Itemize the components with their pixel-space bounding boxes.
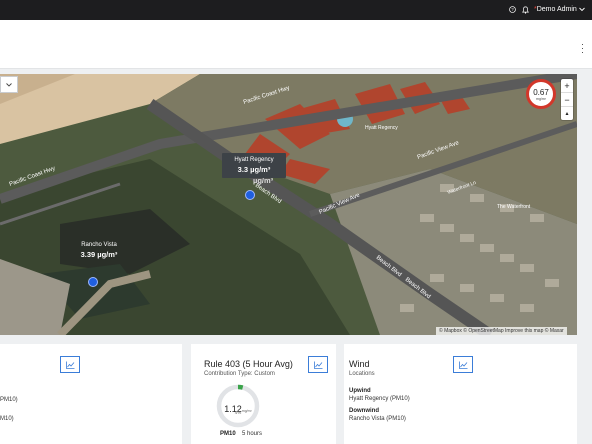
line-chart-icon — [313, 361, 322, 369]
card-title: Wind — [349, 359, 370, 369]
view-chart-button[interactable] — [453, 356, 473, 373]
location-marker[interactable] — [88, 277, 98, 287]
aqi-badge-unit: mg/m³ — [536, 97, 546, 101]
user-menu[interactable]: *Demo Admin — [534, 6, 585, 13]
map-attribution[interactable]: © Mapbox © OpenStreetMap Improve this ma… — [436, 327, 567, 335]
upwind-value: Hyatt Regency (PM10) — [349, 396, 410, 402]
map-layer-select[interactable] — [0, 76, 18, 93]
zoom-out-button[interactable]: − — [561, 93, 573, 107]
chevron-down-icon — [578, 7, 585, 11]
pollutant-label: PM10 — [220, 431, 236, 437]
poi-label: The Waterfront — [497, 204, 531, 210]
downwind-value: Rancho Vista (PM10) — [349, 416, 406, 422]
kebab-vertical-icon[interactable]: · · · — [581, 40, 584, 57]
location-line: PM10) — [0, 397, 18, 403]
card-subtitle: Contribution Type: Custom — [204, 371, 275, 377]
zoom-in-button[interactable]: + — [561, 79, 573, 93]
line-chart-icon — [65, 361, 74, 369]
view-chart-button[interactable] — [308, 356, 328, 373]
location-value: 3.39 µg/m³ — [80, 250, 118, 259]
reset-bearing-button[interactable]: ▴ — [561, 107, 573, 120]
line-chart-icon — [458, 361, 467, 369]
location-name: Rancho Vista — [81, 242, 117, 248]
card-subtitle: Locations — [349, 371, 375, 377]
window-label: 5 hours — [242, 431, 263, 437]
map-view[interactable]: Pacific Coast Hwy Pacific Coast Hwy Paci… — [0, 74, 577, 335]
poi-label: Hyatt Regency — [365, 125, 398, 131]
view-chart-button[interactable] — [60, 356, 80, 373]
rule-card: Rule 403 (5 Hour Avg) Contribution Type:… — [191, 344, 336, 444]
chevron-down-icon — [6, 82, 12, 87]
downwind-label: Downwind — [349, 408, 379, 414]
top-bar: ? *Demo Admin — [0, 0, 592, 20]
upwind-label: Upwind — [349, 388, 371, 394]
location-marker[interactable] — [245, 190, 255, 200]
page-header: · · · — [0, 20, 592, 69]
location-line: M10) — [0, 416, 14, 422]
user-name: Demo Admin — [536, 6, 577, 13]
aqi-badge[interactable]: 0.67 mg/m³ — [526, 79, 556, 109]
bell-icon[interactable] — [521, 5, 530, 14]
location-tooltip: Rancho Vista 3.39 µg/m³ — [67, 238, 131, 263]
satellite-map: Pacific Coast Hwy Pacific Coast Hwy Paci… — [0, 74, 577, 335]
location-name: Hyatt Regency — [234, 157, 274, 163]
metric-card-left: PM10) M10) — [0, 344, 182, 444]
aqi-badge-value: 0.67 — [533, 88, 549, 97]
question-circle-icon[interactable]: ? — [508, 5, 517, 14]
zoom-controls: + − ▴ — [561, 79, 573, 120]
location-value: 3.3 µg/m³ — [237, 165, 271, 174]
svg-text:?: ? — [511, 7, 514, 12]
location-tooltip: Hyatt Regency 3.3 µg/m³ — [222, 153, 286, 178]
wind-card: Wind Locations Upwind Hyatt Regency (PM1… — [344, 344, 577, 444]
gauge-percent: 4% — [234, 410, 242, 415]
card-title: Rule 403 (5 Hour Avg) — [204, 359, 293, 369]
